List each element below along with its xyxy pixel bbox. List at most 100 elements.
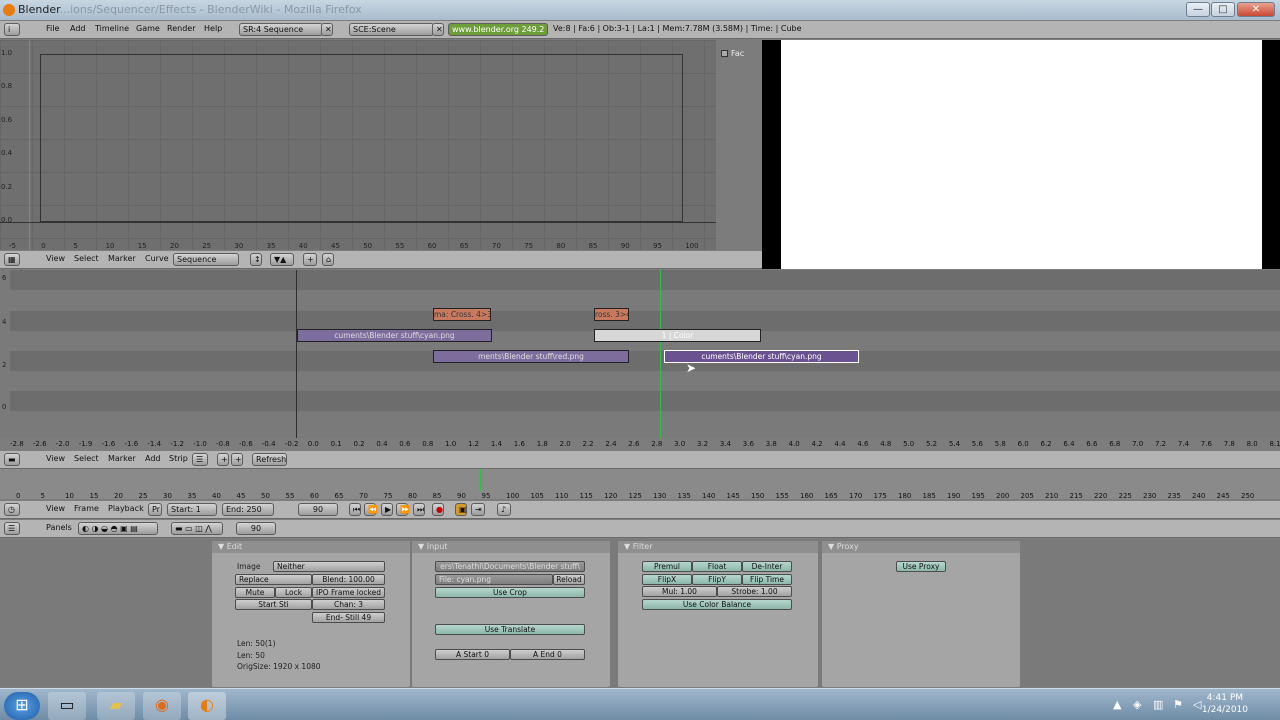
start-still-field[interactable]: Start Sti: [235, 599, 312, 610]
window-type-icon[interactable]: ◷: [4, 503, 20, 516]
anim-start-field[interactable]: A Start 0: [435, 649, 510, 660]
menu-curve[interactable]: Curve: [145, 254, 169, 263]
menu-view[interactable]: View: [46, 504, 65, 513]
window-type-icon[interactable]: i: [4, 23, 20, 36]
channel-field[interactable]: Chan: 3: [312, 599, 385, 610]
zoom-icon[interactable]: +: [217, 453, 229, 466]
menu-view[interactable]: View: [46, 254, 65, 263]
flipy-button[interactable]: FlipY: [692, 574, 742, 585]
tray-flag-icon[interactable]: ⚑: [1173, 698, 1183, 711]
screen-selector[interactable]: SR:4 Sequence: [239, 23, 323, 36]
keyframe-icon[interactable]: ↕: [250, 253, 262, 266]
mute-button[interactable]: Mute: [235, 587, 275, 598]
use-color-balance-button[interactable]: Use Color Balance: [642, 599, 792, 610]
menu-select[interactable]: Select: [74, 454, 99, 463]
ipo-frame-locked-button[interactable]: IPO Frame locked: [312, 587, 385, 598]
next-key-icon[interactable]: ⏩: [396, 503, 410, 516]
blender-app-icon[interactable]: ◐: [188, 692, 226, 720]
blender-url-badge[interactable]: www.blender.org 249.2: [448, 23, 548, 36]
current-frame-field[interactable]: 90: [298, 503, 338, 516]
record-icon[interactable]: ●: [432, 503, 444, 516]
menu-panels[interactable]: Panels: [46, 523, 72, 532]
anim-end-field[interactable]: A End 0: [510, 649, 585, 660]
use-translate-button[interactable]: Use Translate: [435, 624, 585, 635]
cross-strip[interactable]: ross. 3>4: [594, 308, 629, 321]
menu-game[interactable]: Game: [136, 24, 160, 33]
close-button[interactable]: ✕: [1237, 2, 1275, 17]
use-crop-button[interactable]: Use Crop: [435, 587, 585, 598]
tray-expand-icon[interactable]: ▲: [1113, 698, 1121, 711]
refresh-button[interactable]: Refresh: [252, 453, 287, 466]
maximize-button[interactable]: □: [1211, 2, 1235, 17]
explorer-folder-icon[interactable]: ▰: [97, 692, 135, 720]
menu-marker[interactable]: Marker: [108, 454, 136, 463]
end-still-field[interactable]: End- Still 49: [312, 612, 385, 623]
audio-sync-icon[interactable]: ♪: [497, 503, 511, 516]
screen-close-icon[interactable]: ✕: [321, 23, 333, 36]
jump-start-icon[interactable]: ⏮: [349, 503, 361, 516]
tray-volume-icon[interactable]: ◁: [1193, 698, 1201, 711]
menu-add[interactable]: Add: [145, 454, 161, 463]
use-proxy-button[interactable]: Use Proxy: [896, 561, 946, 572]
pan-icon[interactable]: +: [231, 453, 243, 466]
context-buttons-icon[interactable]: ◐ ◑ ◒ ◓ ▣ ▤: [78, 522, 158, 535]
jump-end-icon[interactable]: ⏭: [413, 503, 425, 516]
menu-view[interactable]: View: [46, 454, 65, 463]
display-mode-icon[interactable]: ☰: [192, 453, 208, 466]
menu-file[interactable]: File: [46, 24, 59, 33]
menu-marker[interactable]: Marker: [108, 254, 136, 263]
sequencer-editor[interactable]: 6 4 2 0 ma: Cross. 4>3 ross. 3>4 cuments…: [0, 270, 1280, 438]
window-type-icon[interactable]: ☰: [4, 522, 20, 535]
scene-close-icon[interactable]: ✕: [432, 23, 444, 36]
start-button-icon[interactable]: ⊞: [4, 692, 40, 720]
blend-field[interactable]: Blend: 100.00: [312, 574, 385, 585]
start-frame-field[interactable]: Start: 1: [167, 503, 217, 516]
color-strip[interactable]: 1 | Color: [594, 329, 761, 342]
end-frame-field[interactable]: End: 250: [222, 503, 274, 516]
reload-button[interactable]: Reload: [553, 574, 585, 585]
image-strip[interactable]: ments\Blender stuff\red.png: [433, 350, 629, 363]
taskbar-clock[interactable]: 4:41 PM 1/24/2010: [1202, 692, 1248, 716]
flip-time-button[interactable]: Flip Time: [742, 574, 792, 585]
directory-field[interactable]: ers\Tenathi\Documents\Blender stuff\: [435, 561, 585, 572]
preview-range-toggle[interactable]: Pr: [148, 503, 162, 516]
menu-select[interactable]: Select: [74, 254, 99, 263]
keying-set-icon[interactable]: ▣: [455, 503, 467, 516]
sub-context-icon[interactable]: ▬ ▭ ◫ ⋀: [171, 522, 223, 535]
auto-key-icon[interactable]: ⇥: [471, 503, 485, 516]
menu-frame[interactable]: Frame: [74, 504, 99, 513]
computer-app-icon[interactable]: ▭: [48, 692, 86, 720]
window-type-icon[interactable]: ▦: [4, 253, 20, 266]
tray-app-icon[interactable]: ◈: [1133, 698, 1141, 711]
lock-view-icon[interactable]: ▼▲: [270, 253, 294, 266]
image-strip[interactable]: cuments\Blender stuff\cyan.png: [297, 329, 492, 342]
menu-help[interactable]: Help: [204, 24, 222, 33]
ipo-mode-selector[interactable]: Sequence: [173, 253, 239, 266]
premul-button[interactable]: Premul: [642, 561, 692, 572]
fac-checkbox[interactable]: [721, 50, 728, 57]
menu-render[interactable]: Render: [167, 24, 195, 33]
menu-timeline[interactable]: Timeline: [95, 24, 129, 33]
menu-strip[interactable]: Strip: [169, 454, 188, 463]
play-icon[interactable]: ▶: [381, 503, 393, 516]
frame-field[interactable]: 90: [236, 522, 276, 535]
file-field[interactable]: File: cyan.png: [435, 574, 553, 585]
ipo-curve-editor[interactable]: [0, 40, 716, 250]
minimize-button[interactable]: —: [1186, 2, 1210, 17]
edit-panel-header[interactable]: ▼ Edit: [212, 541, 410, 553]
input-panel-header[interactable]: ▼ Input: [412, 541, 610, 553]
pin-icon[interactable]: ⌂: [322, 253, 334, 266]
scene-selector[interactable]: SCE:Scene: [349, 23, 434, 36]
prev-key-icon[interactable]: ⏪: [364, 503, 378, 516]
window-type-icon[interactable]: ▬: [4, 453, 20, 466]
deinterlace-button[interactable]: De-Inter: [742, 561, 792, 572]
menu-playback[interactable]: Playback: [108, 504, 144, 513]
menu-add[interactable]: Add: [70, 24, 86, 33]
float-button[interactable]: Float: [692, 561, 742, 572]
multiply-field[interactable]: Mul: 1.00: [642, 586, 717, 597]
image-mode-select[interactable]: Neither: [273, 561, 385, 572]
proxy-panel-header[interactable]: ▼ Proxy: [822, 541, 1020, 553]
firefox-icon[interactable]: ◉: [143, 692, 181, 720]
strobe-field[interactable]: Strobe: 1.00: [717, 586, 792, 597]
lock-button[interactable]: Lock: [275, 587, 312, 598]
